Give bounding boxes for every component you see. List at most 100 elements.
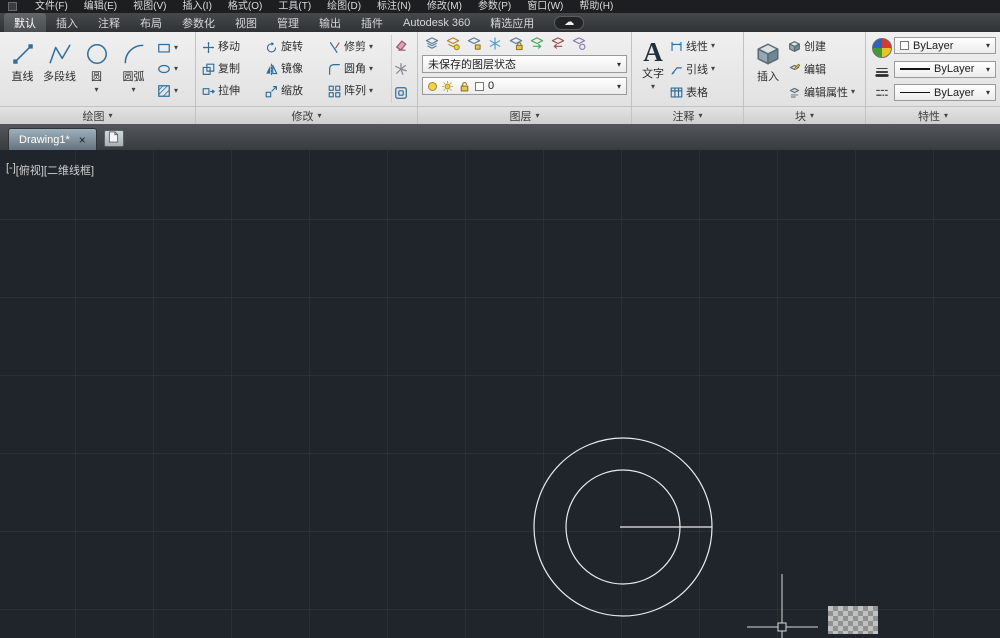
create-block-button[interactable]: 创建 [788,38,861,54]
mirror-button[interactable]: 镜像 [263,63,326,76]
ribbon-tab-layout[interactable]: 布局 [130,13,172,32]
table-button[interactable]: 表格 [670,84,739,100]
new-drawing-icon [108,130,119,148]
layer-off-icon[interactable] [445,36,461,51]
line-tool-button[interactable]: 直线 [4,35,41,103]
view-orientation-control[interactable]: [俯视] [16,162,44,178]
file-tab-drawing1[interactable]: Drawing1* × [8,128,97,150]
menu-format[interactable]: 格式(O) [220,0,270,13]
linear-dimension-icon [670,40,683,53]
layers-panel-title[interactable]: 图层▾ [418,106,631,124]
ribbon-tab-manage[interactable]: 管理 [267,13,309,32]
properties-icon-column [870,35,894,103]
close-tab-icon[interactable]: × [79,134,86,146]
visual-style-control[interactable]: [二维线框] [44,162,94,178]
block-panel-title[interactable]: 块▾ [744,106,865,124]
layer-on-bulb-icon[interactable] [428,82,437,91]
menu-modify[interactable]: 修改(M) [419,0,470,13]
offset-icon[interactable] [394,86,408,100]
ribbon-tab-plugins[interactable]: 插件 [351,13,393,32]
leader-button[interactable]: 引线 ▾ [670,61,739,77]
trim-button[interactable]: 修剪 ▾ [326,41,389,54]
copy-button[interactable]: 复制 [200,63,263,76]
ribbon-tab-home[interactable]: 默认 [4,13,46,32]
file-tab-bar: Drawing1* × [0,124,1000,150]
layer-match-icon[interactable] [529,36,545,51]
scale-icon [265,85,278,98]
edit-block-button[interactable]: 编辑 [788,61,861,77]
menu-file[interactable]: 文件(F) [27,0,76,13]
layer-lock-icon[interactable] [508,36,524,51]
rectangle-tool-button[interactable]: ▾ [155,38,180,57]
menu-tools[interactable]: 工具(T) [270,0,319,13]
block-panel: 插入 创建 编辑 编辑属性 ▾ [744,32,866,124]
lineweight-icon[interactable] [875,65,889,79]
object-color-swatch [900,41,909,50]
circle-tool-button[interactable]: 圆 ▾ [78,35,115,103]
insert-block-button[interactable]: 插入 [748,35,788,103]
linear-dimension-button[interactable]: 线性 ▾ [670,38,739,54]
cloud-icon: ☁ [564,18,574,28]
layer-freeze-icon[interactable] [487,36,503,51]
fillet-button[interactable]: 圆角 ▾ [326,63,389,76]
drawing-svg[interactable] [0,150,1000,638]
viewport-menu-control[interactable]: [-] [6,162,16,178]
lineweight-dropdown[interactable]: ByLayer ▾ [894,61,996,78]
menu-parametric[interactable]: 参数(P) [470,0,519,13]
menu-edit[interactable]: 编辑(E) [76,0,125,13]
ribbon-tab-featured-apps[interactable]: 精选应用 [480,13,544,32]
array-button[interactable]: 阵列 ▾ [326,85,389,98]
current-layer-dropdown[interactable]: 0 ▾ [422,77,627,95]
drawing-canvas[interactable]: [-] [俯视] [二维线框] [0,150,1000,638]
app-icon[interactable] [8,2,17,11]
layer-thaw-sun-icon[interactable] [441,80,454,93]
menu-window[interactable]: 窗口(W) [519,0,571,13]
hatch-tool-button[interactable]: ▾ [155,81,180,100]
menu-draw[interactable]: 绘图(D) [319,0,369,13]
layer-properties-icon[interactable] [424,36,440,51]
rotate-button[interactable]: 旋转 [263,41,326,54]
menu-help[interactable]: 帮助(H) [571,0,621,13]
draw-panel-title[interactable]: 绘图▾ [0,106,195,124]
new-drawing-tab-button[interactable] [104,130,124,147]
layer-previous-icon[interactable] [550,36,566,51]
lineweight-sample [900,68,930,70]
layer-state-icon[interactable] [571,36,587,51]
polyline-tool-button[interactable]: 多段线 [41,35,78,103]
move-button[interactable]: 移动 [200,41,263,54]
linetype-dropdown[interactable]: ByLayer ▾ [894,84,996,101]
ribbon-tab-insert[interactable]: 插入 [46,13,88,32]
layer-isolate-icon[interactable] [466,36,482,51]
erase-icon[interactable] [394,38,408,52]
ribbon-tab-output[interactable]: 输出 [309,13,351,32]
trim-icon [328,41,341,54]
text-tool-button[interactable]: A 文字 ▾ [636,35,670,103]
ribbon-tab-bar: 默认 插入 注释 布局 参数化 视图 管理 输出 插件 Autodesk 360… [0,13,1000,32]
linetype-icon[interactable] [875,86,889,100]
ribbon-tab-parametric[interactable]: 参数化 [172,13,225,32]
ribbon-tab-annotate[interactable]: 注释 [88,13,130,32]
a360-sync-button[interactable]: ☁ [554,16,584,30]
menu-insert[interactable]: 插入(I) [174,0,219,13]
layer-unlock-icon[interactable] [458,80,471,93]
scale-button[interactable]: 缩放 [263,85,326,98]
layer-state-dropdown[interactable]: 未保存的图层状态 ▾ [422,55,627,73]
menu-view[interactable]: 视图(V) [125,0,174,13]
stretch-button[interactable]: 拉伸 [200,85,263,98]
edit-attributes-button[interactable]: 编辑属性 ▾ [788,84,861,100]
object-color-dropdown[interactable]: ByLayer ▾ [894,37,996,54]
menu-dimension[interactable]: 标注(N) [369,0,419,13]
ribbon-tab-a360[interactable]: Autodesk 360 [393,13,480,32]
object-color-icon[interactable] [872,38,892,58]
rotate-icon [265,41,278,54]
annotation-panel-title[interactable]: 注释▾ [632,106,743,124]
explode-icon[interactable] [394,62,408,76]
ellipse-tool-button[interactable]: ▾ [155,60,180,79]
layer-color-swatch[interactable] [475,82,484,91]
modify-panel-title[interactable]: 修改▾ [196,106,417,124]
properties-panel-title[interactable]: 特性▾ [866,106,1000,124]
block-column: 创建 编辑 编辑属性 ▾ [788,35,861,103]
ribbon-tab-view[interactable]: 视图 [225,13,267,32]
arc-tool-button[interactable]: 圆弧 ▾ [115,35,152,103]
pixelated-watermark [828,606,878,634]
